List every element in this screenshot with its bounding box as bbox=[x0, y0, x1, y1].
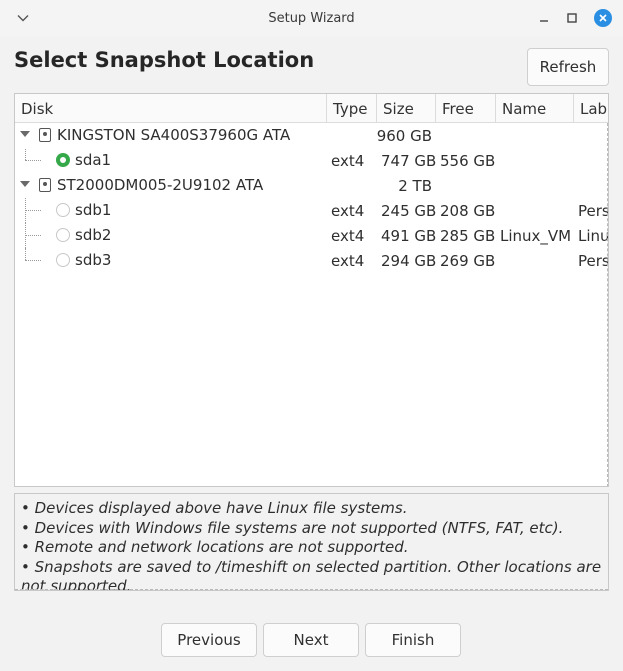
tree-line bbox=[25, 160, 41, 161]
partition-type: ext4 bbox=[331, 201, 365, 220]
hard-disk-icon bbox=[39, 178, 51, 192]
disk-free bbox=[436, 173, 496, 198]
disk-row[interactable]: ST2000DM005-2U9102 ATA 2 TB bbox=[15, 173, 608, 198]
refresh-button[interactable]: Refresh bbox=[527, 48, 609, 86]
partition-name bbox=[496, 198, 574, 223]
disk-size: 960 GB bbox=[377, 126, 432, 145]
disk-row[interactable]: KINGSTON SA400S37960G ATA 960 GB bbox=[15, 123, 608, 148]
window-title: Setup Wizard bbox=[268, 10, 355, 26]
page-title: Select Snapshot Location bbox=[14, 48, 315, 72]
partition-device: sda1 bbox=[75, 151, 112, 169]
maximize-icon bbox=[567, 13, 577, 23]
disk-label bbox=[574, 173, 608, 198]
partition-type: ext4 bbox=[331, 226, 365, 245]
radio-selected[interactable] bbox=[56, 153, 70, 167]
partition-row[interactable]: sdb3 ext4 294 GB 269 GB Pers bbox=[15, 248, 609, 273]
partition-device: sdb2 bbox=[75, 226, 112, 244]
radio-unselected[interactable] bbox=[56, 253, 70, 267]
partition-row[interactable]: sdb1 ext4 245 GB 208 GB Pers bbox=[15, 198, 609, 223]
note-line: • Remote and network locations are not s… bbox=[21, 538, 409, 556]
disk-name: ST2000DM005-2U9102 ATA bbox=[57, 176, 264, 194]
tree-line bbox=[25, 248, 26, 260]
column-header-label[interactable]: Lab bbox=[574, 94, 608, 123]
tree-line bbox=[25, 210, 41, 211]
previous-button[interactable]: Previous bbox=[161, 623, 257, 657]
partition-name bbox=[496, 148, 574, 173]
partition-size: 294 GB bbox=[381, 251, 436, 270]
column-header-free[interactable]: Free bbox=[436, 94, 496, 123]
disk-type bbox=[327, 123, 377, 148]
partition-label: Pers bbox=[578, 251, 609, 270]
disk-type bbox=[327, 173, 377, 198]
partition-label: Pers bbox=[578, 201, 609, 220]
disk-table[interactable]: Disk Type Size Free Name Lab KINGSTON SA… bbox=[14, 93, 609, 487]
partition-size: 747 GB bbox=[381, 151, 436, 170]
tree-line bbox=[25, 148, 26, 160]
hard-disk-icon bbox=[39, 128, 51, 142]
disk-free bbox=[436, 123, 496, 148]
partition-label bbox=[574, 148, 608, 173]
close-button[interactable] bbox=[593, 8, 613, 28]
close-icon bbox=[594, 9, 612, 27]
partition-row[interactable]: sda1 ext4 747 GB 556 GB bbox=[15, 148, 608, 173]
title-bar: Setup Wizard bbox=[0, 0, 623, 36]
disk-label-name bbox=[496, 173, 574, 198]
column-header-type[interactable]: Type bbox=[327, 94, 377, 123]
partition-device: sdb3 bbox=[75, 251, 112, 269]
disk-label bbox=[574, 123, 608, 148]
partition-free: 285 GB bbox=[440, 226, 496, 245]
window-menu-button[interactable] bbox=[14, 9, 32, 27]
partition-label: Linu bbox=[578, 226, 609, 245]
chevron-down-icon bbox=[17, 15, 29, 22]
partition-free: 556 GB bbox=[440, 151, 496, 170]
tree-line bbox=[25, 235, 41, 236]
disk-name: KINGSTON SA400S37960G ATA bbox=[57, 126, 291, 144]
finish-button[interactable]: Finish bbox=[365, 623, 461, 657]
disk-label-name bbox=[496, 123, 574, 148]
maximize-button[interactable] bbox=[562, 8, 582, 28]
expander-icon[interactable] bbox=[20, 131, 30, 137]
note-line: • Devices displayed above have Linux fil… bbox=[21, 499, 408, 517]
minimize-icon bbox=[540, 20, 548, 22]
info-notes: • Devices displayed above have Linux fil… bbox=[14, 493, 609, 591]
tree-line bbox=[25, 260, 41, 261]
partition-name: Linux_VM bbox=[500, 226, 572, 245]
table-header: Disk Type Size Free Name Lab bbox=[15, 94, 608, 123]
partition-size: 491 GB bbox=[381, 226, 436, 245]
radio-unselected[interactable] bbox=[56, 203, 70, 217]
expander-icon[interactable] bbox=[20, 181, 30, 187]
column-header-size[interactable]: Size bbox=[377, 94, 436, 123]
partition-free: 269 GB bbox=[440, 251, 496, 270]
partition-type: ext4 bbox=[331, 151, 365, 170]
partition-type: ext4 bbox=[331, 251, 365, 270]
table-body: KINGSTON SA400S37960G ATA 960 GB sda1 ex… bbox=[15, 123, 609, 273]
disk-size: 2 TB bbox=[398, 176, 432, 195]
partition-name bbox=[496, 248, 574, 273]
vertical-scrollbar[interactable] bbox=[607, 123, 608, 486]
note-line: • Devices with Windows file systems are … bbox=[21, 518, 564, 537]
next-button[interactable]: Next bbox=[263, 623, 359, 657]
partition-size: 245 GB bbox=[381, 201, 436, 220]
note-line: • Snapshots are saved to /timeshift on s… bbox=[21, 557, 602, 591]
radio-unselected[interactable] bbox=[56, 228, 70, 242]
column-header-name[interactable]: Name bbox=[496, 94, 574, 123]
horizontal-scrollbar[interactable] bbox=[15, 589, 608, 590]
minimize-button[interactable] bbox=[534, 8, 554, 28]
partition-device: sdb1 bbox=[75, 201, 112, 219]
partition-free: 208 GB bbox=[440, 201, 496, 220]
column-header-disk[interactable]: Disk bbox=[15, 94, 327, 123]
partition-row[interactable]: sdb2 ext4 491 GB 285 GB Linux_VM Linu bbox=[15, 223, 609, 248]
